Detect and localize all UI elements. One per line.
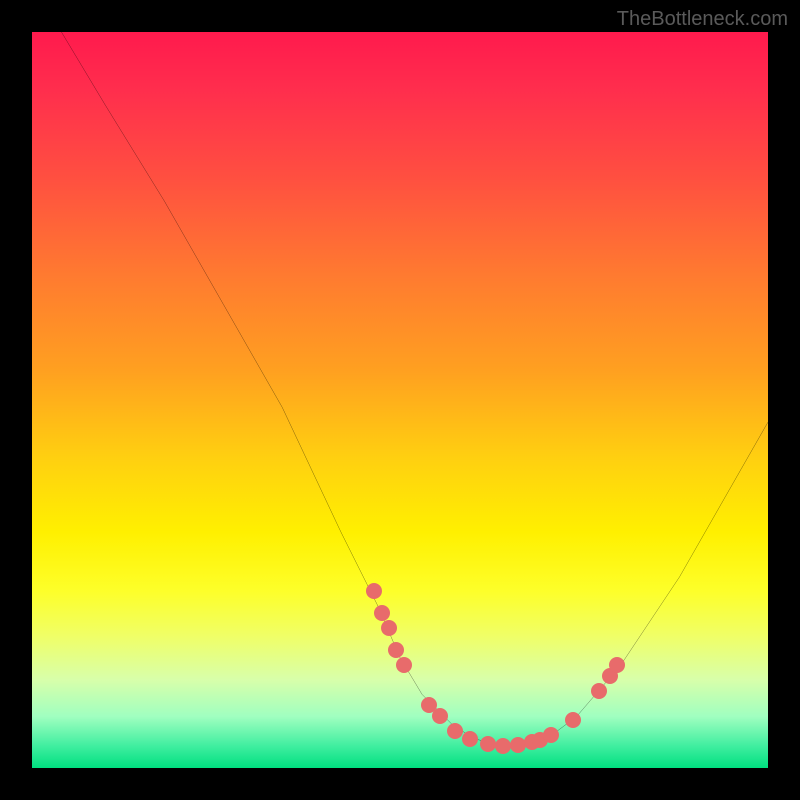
data-marker (510, 737, 526, 753)
data-marker (447, 723, 463, 739)
data-marker (381, 620, 397, 636)
curve-path (61, 32, 768, 746)
plot-area (32, 32, 768, 768)
data-marker (543, 727, 559, 743)
watermark-label: TheBottleneck.com (617, 8, 788, 31)
data-marker (609, 657, 625, 673)
data-marker (396, 657, 412, 673)
data-marker (388, 642, 404, 658)
data-marker (462, 731, 478, 747)
data-marker (591, 683, 607, 699)
data-marker (480, 736, 496, 752)
data-marker (432, 708, 448, 724)
data-marker (495, 738, 511, 754)
data-marker (366, 583, 382, 599)
data-marker (565, 712, 581, 728)
data-marker (374, 605, 390, 621)
